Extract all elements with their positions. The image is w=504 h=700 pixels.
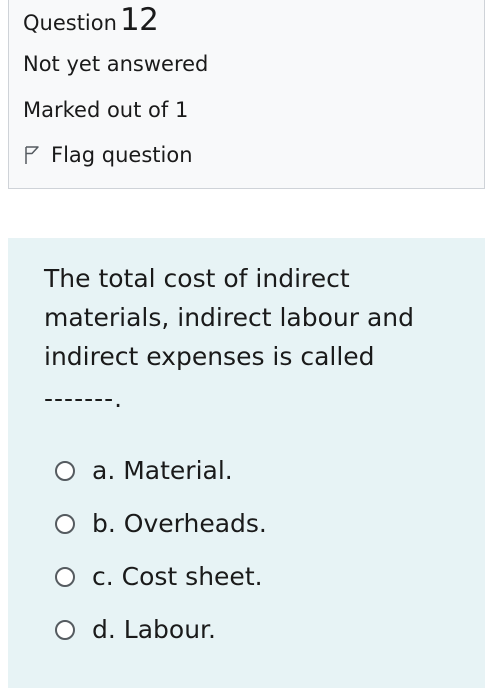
question-number: 12 [119,2,159,38]
answer-option-a[interactable]: a. Material. [55,456,233,485]
question-blank: -------. [44,384,124,413]
radio-icon[interactable] [55,460,75,481]
question-grade: Marked out of 1 [23,98,189,122]
flag-question-link[interactable]: Flag question [23,143,193,167]
question-label: Question [23,11,117,35]
answer-option-b[interactable]: b. Overheads. [55,509,267,538]
flag-icon [25,146,39,164]
answer-label: c. Cost sheet. [92,562,263,591]
radio-icon[interactable] [55,513,75,534]
question-state: Not yet answered [23,52,209,76]
question-heading: Question12 [23,2,159,38]
radio-icon[interactable] [55,566,75,587]
answer-label: b. Overheads. [92,509,267,538]
flag-question-label: Flag question [51,143,193,167]
answer-option-c[interactable]: c. Cost sheet. [55,562,263,591]
question-info-panel: Question12 Not yet answered Marked out o… [8,0,485,189]
question-text: The total cost of indirect materials, in… [44,264,415,371]
answer-option-d[interactable]: d. Labour. [55,615,216,644]
answer-label: a. Material. [92,456,233,485]
answer-label: d. Labour. [92,615,216,644]
question-formulation: The total cost of indirect materials, in… [8,238,485,688]
radio-icon[interactable] [55,619,75,640]
